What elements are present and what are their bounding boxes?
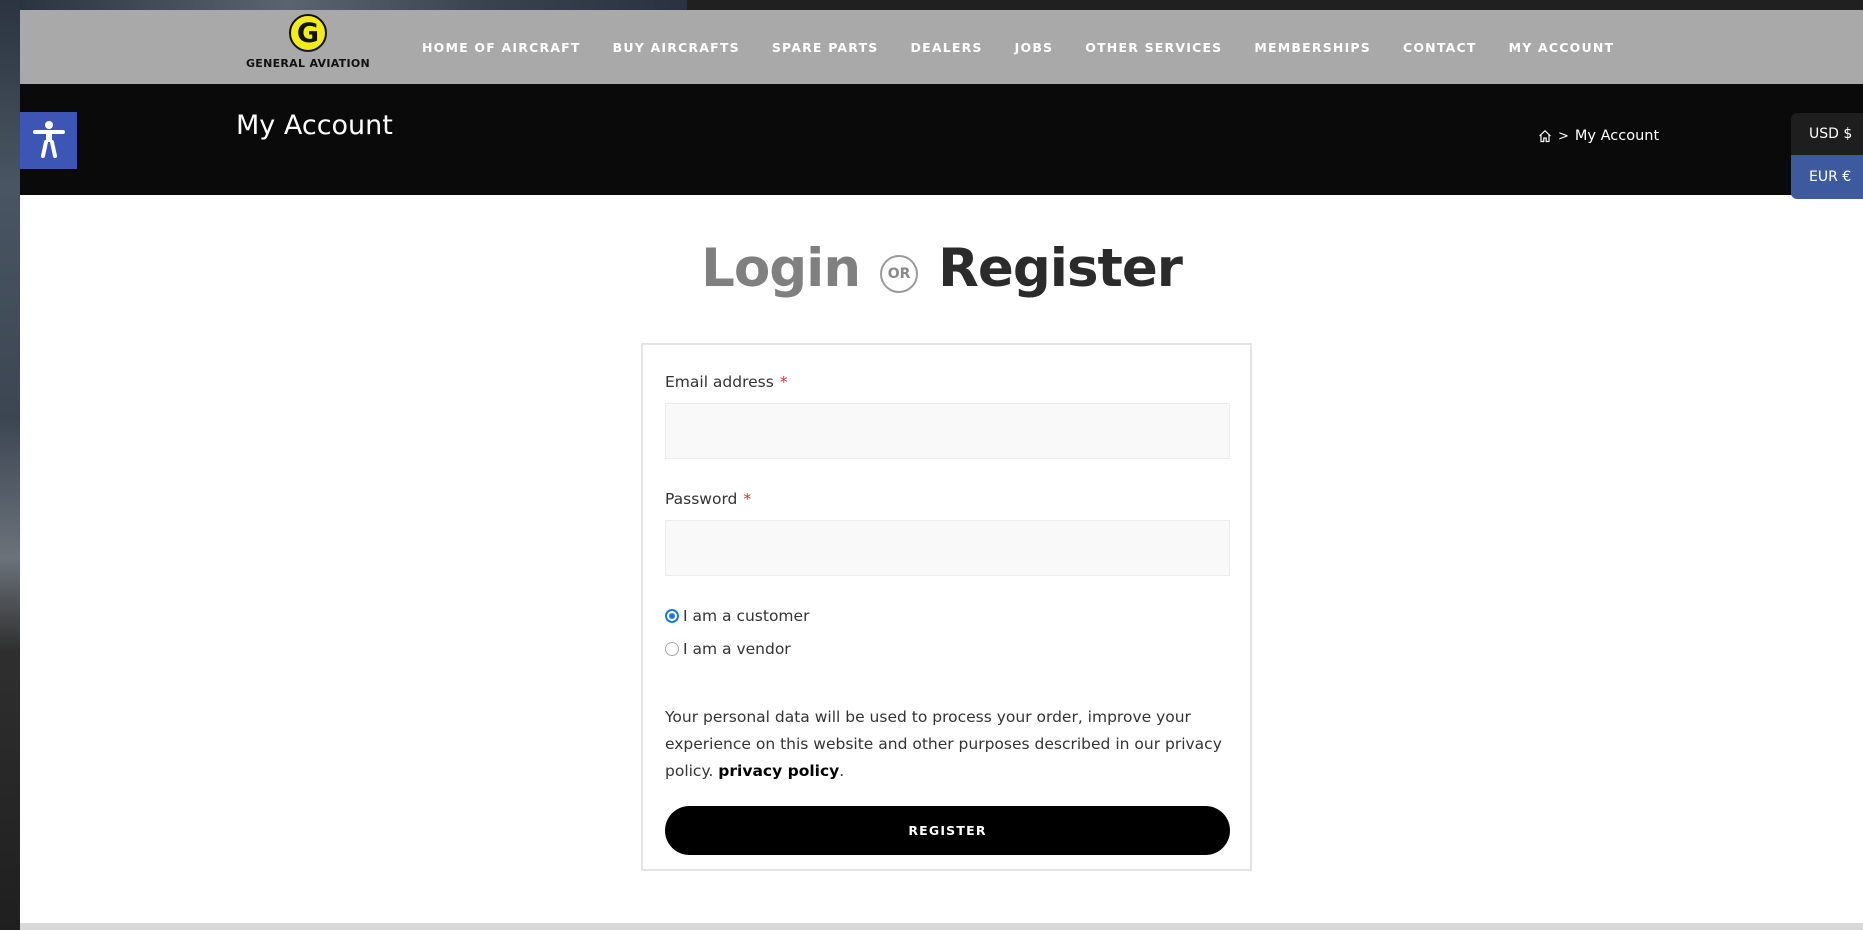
role-customer-radio[interactable] xyxy=(665,609,679,623)
home-icon[interactable] xyxy=(1538,129,1552,143)
login-tab[interactable]: Login xyxy=(701,238,861,299)
page-title: My Account xyxy=(236,110,393,141)
accessibility-button[interactable] xyxy=(20,112,77,169)
currency-usd[interactable]: USD $ xyxy=(1791,113,1863,155)
nav-memberships[interactable]: MEMBERSHIPS xyxy=(1254,40,1371,55)
required-marker: * xyxy=(779,373,788,391)
nav-other-services[interactable]: OTHER SERVICES xyxy=(1085,40,1222,55)
privacy-policy-link[interactable]: privacy policy xyxy=(718,762,839,780)
role-customer-label: I am a customer xyxy=(683,607,810,625)
role-vendor-option[interactable]: I am a vendor xyxy=(665,640,791,658)
privacy-notice: Your personal data will be used to proce… xyxy=(665,704,1230,785)
nav-dealers[interactable]: DEALERS xyxy=(911,40,983,55)
email-field[interactable] xyxy=(665,403,1230,459)
background-top-dark xyxy=(687,0,1863,10)
password-field[interactable] xyxy=(665,520,1230,576)
role-vendor-label: I am a vendor xyxy=(683,640,791,658)
page-frame: G GENERAL AVIATION HOME OF AIRCRAFT BUY … xyxy=(20,10,1863,930)
breadcrumb-current: My Account xyxy=(1574,128,1660,144)
nav-my-account[interactable]: MY ACCOUNT xyxy=(1509,40,1615,55)
currency-eur[interactable]: EUR € xyxy=(1791,155,1863,199)
nav-spare-parts[interactable]: SPARE PARTS xyxy=(772,40,879,55)
main-nav: HOME OF AIRCRAFT BUY AIRCRAFTS SPARE PAR… xyxy=(422,10,1646,84)
register-form: Email address * Password * I am a customer… xyxy=(641,343,1252,871)
nav-jobs[interactable]: JOBS xyxy=(1015,40,1054,55)
footer-divider xyxy=(20,923,1863,930)
email-label-text: Email address xyxy=(665,373,774,391)
site-logo[interactable]: G GENERAL AVIATION xyxy=(240,14,376,78)
register-button[interactable]: REGISTER xyxy=(665,806,1230,855)
email-label: Email address * xyxy=(665,373,788,391)
register-tab[interactable]: Register xyxy=(938,238,1183,299)
or-divider: OR xyxy=(880,254,919,293)
logo-mark: G xyxy=(289,14,327,52)
breadcrumb: > My Account xyxy=(1538,128,1659,144)
role-customer-option[interactable]: I am a customer xyxy=(665,607,809,625)
breadcrumb-separator: > xyxy=(1558,128,1569,144)
login-register-heading: Login OR Register xyxy=(20,238,1863,299)
background-photo-strip xyxy=(0,0,20,930)
currency-switcher: USD $ EUR € xyxy=(1791,113,1863,199)
site-header: G GENERAL AVIATION HOME OF AIRCRAFT BUY … xyxy=(20,10,1863,84)
background-photo-top xyxy=(20,0,687,10)
privacy-period: . xyxy=(839,762,845,780)
role-vendor-radio[interactable] xyxy=(665,642,679,656)
page-title-bar: My Account > My Account xyxy=(20,84,1863,195)
nav-buy-aircrafts[interactable]: BUY AIRCRAFTS xyxy=(613,40,740,55)
required-marker: * xyxy=(743,490,752,508)
nav-home-of-aircraft[interactable]: HOME OF AIRCRAFT xyxy=(422,40,581,55)
password-label-text: Password xyxy=(665,490,738,508)
accessibility-icon xyxy=(32,120,66,162)
password-label: Password * xyxy=(665,490,751,508)
nav-contact[interactable]: CONTACT xyxy=(1403,40,1477,55)
logo-text: GENERAL AVIATION xyxy=(245,57,371,70)
